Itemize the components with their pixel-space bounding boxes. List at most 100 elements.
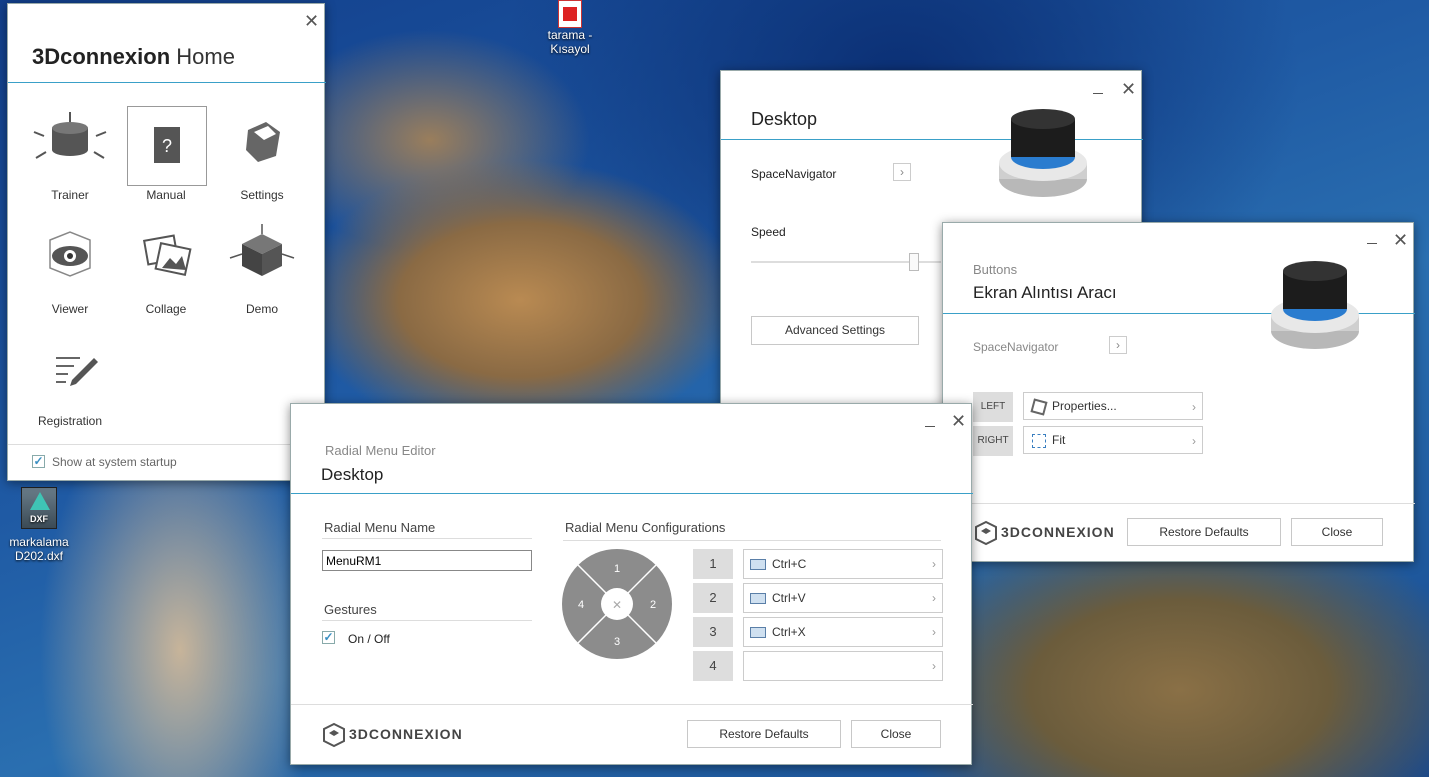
slot-command-3[interactable]: Ctrl+X ›	[743, 617, 943, 647]
radial-menu-name-heading: Radial Menu Name	[324, 520, 436, 535]
section-divider	[322, 620, 532, 621]
window-title: Ekran Alıntısı Aracı	[973, 283, 1117, 302]
wheel-segment-label: 1	[614, 563, 620, 575]
collage-icon	[142, 234, 192, 277]
chevron-right-icon: ›	[932, 591, 936, 605]
radial-config-heading: Radial Menu Configurations	[565, 520, 726, 535]
tile-label: Settings	[240, 188, 284, 202]
tile-label: Trainer	[51, 188, 89, 202]
close-button[interactable]: Close	[1291, 518, 1383, 546]
3dconnexion-logo-icon	[323, 722, 345, 748]
keyboard-icon	[750, 559, 766, 570]
window-subtitle: Radial Menu Editor	[325, 443, 436, 458]
minimize-icon[interactable]	[1367, 243, 1377, 244]
footer-divider	[943, 503, 1415, 504]
tile-trainer[interactable]: Trainer	[22, 106, 118, 206]
startup-label: Show at system startup	[52, 455, 177, 469]
slot-command-4[interactable]: ›	[743, 651, 943, 681]
tile-demo[interactable]: Demo	[214, 218, 310, 318]
footer-divider	[8, 444, 326, 445]
radial-menu-editor-window: ✕ Radial Menu Editor Desktop Radial Menu…	[290, 403, 973, 765]
tile-settings[interactable]: Settings	[214, 106, 310, 206]
desktop-icon-tarama[interactable]: tarama - Kısayol	[538, 0, 602, 56]
tile-viewer[interactable]: Viewer	[22, 218, 118, 318]
dxf-badge: DXF	[30, 514, 48, 524]
device-label: SpaceNavigator	[751, 167, 837, 181]
device-label: SpaceNavigator	[973, 340, 1059, 354]
device-chevron-icon[interactable]: ›	[1109, 336, 1127, 354]
trainer-icon	[33, 112, 107, 159]
speed-label: Speed	[751, 225, 786, 239]
keyboard-icon	[750, 627, 766, 638]
section-divider	[322, 538, 532, 539]
radial-menu-wheel[interactable]: ✕ 1 2 3 4	[561, 548, 673, 660]
radial-menu-name-input[interactable]	[322, 550, 532, 571]
viewer-eye-icon	[49, 231, 91, 277]
tile-label: Demo	[245, 302, 278, 316]
registration-pen-icon	[56, 357, 98, 386]
slot-number: 3	[693, 617, 733, 647]
wheel-segment-label: 3	[614, 636, 620, 648]
section-divider	[563, 540, 941, 541]
left-button-label: LEFT	[973, 392, 1013, 422]
wheel-segment-label: 2	[650, 599, 656, 611]
dxf-file-icon: DXF	[21, 487, 57, 529]
advanced-settings-button[interactable]: Advanced Settings	[751, 316, 919, 345]
chevron-right-icon: ›	[1192, 400, 1196, 414]
gestures-heading: Gestures	[324, 602, 377, 617]
spacenavigator-device-icon	[999, 109, 1087, 197]
demo-cube-icon	[229, 224, 295, 276]
left-button-assignment[interactable]: Properties... ›	[1023, 392, 1203, 420]
speed-slider-thumb[interactable]	[909, 253, 920, 271]
slot-number: 1	[693, 549, 733, 579]
slot-command-1[interactable]: Ctrl+C ›	[743, 549, 943, 579]
chevron-right-icon: ›	[1192, 434, 1196, 448]
slot-number: 2	[693, 583, 733, 613]
right-button-label: RIGHT	[973, 426, 1013, 456]
restore-defaults-button[interactable]: Restore Defaults	[687, 720, 841, 748]
chevron-right-icon: ›	[932, 659, 936, 673]
close-button[interactable]: Close	[851, 720, 941, 748]
fit-icon	[1032, 434, 1046, 448]
tile-label: Viewer	[51, 302, 89, 316]
tile-label: Collage	[145, 302, 187, 316]
close-icon[interactable]: ✕	[1121, 80, 1136, 98]
desktop-icon-label: tarama - Kısayol	[547, 28, 593, 56]
home-title: 3Dconnexion Home	[32, 44, 235, 69]
svg-text:?: ?	[162, 136, 172, 156]
tile-collage[interactable]: Collage	[118, 218, 214, 318]
brand-wordmark: 3DCONNEXION	[349, 726, 463, 742]
home-window: ✕ 3Dconnexion Home Trainer ? Manual Sett…	[7, 3, 326, 481]
startup-checkbox[interactable]: ✓	[32, 455, 45, 468]
properties-cube-icon	[1030, 398, 1048, 416]
desktop-icon-dxf[interactable]: DXF markalama D202.dxf	[4, 487, 74, 563]
gestures-label: On / Off	[348, 632, 390, 646]
window-title: Desktop	[321, 465, 384, 484]
svg-text:✕: ✕	[612, 598, 622, 612]
pdf-shortcut-icon	[558, 0, 582, 28]
tile-label: Manual	[146, 188, 186, 202]
buttons-window: ✕ Buttons Ekran Alıntısı Aracı SpaceNavi…	[942, 222, 1415, 562]
chevron-right-icon: ›	[932, 557, 936, 571]
right-button-assignment[interactable]: Fit ›	[1023, 426, 1203, 454]
device-chevron-icon[interactable]: ›	[893, 163, 911, 181]
brand-wordmark: 3DCONNEXION	[1001, 524, 1115, 540]
minimize-icon[interactable]	[1093, 93, 1103, 94]
settings-cube-icon	[246, 122, 280, 162]
gestures-checkbox[interactable]: ✓	[322, 631, 335, 644]
close-icon[interactable]: ✕	[1393, 231, 1408, 249]
footer-divider	[291, 704, 973, 705]
header-divider	[291, 493, 973, 494]
tile-registration[interactable]: Registration	[22, 330, 118, 430]
header-divider	[8, 82, 326, 83]
chevron-right-icon: ›	[932, 625, 936, 639]
close-icon[interactable]: ✕	[951, 412, 966, 430]
3dconnexion-logo-icon	[975, 520, 997, 546]
minimize-icon[interactable]	[925, 426, 935, 427]
close-icon[interactable]: ✕	[304, 12, 319, 30]
tile-manual[interactable]: ?	[127, 106, 207, 186]
window-subtitle: Buttons	[973, 262, 1018, 277]
manual-icon: ?	[154, 127, 180, 163]
slot-command-2[interactable]: Ctrl+V ›	[743, 583, 943, 613]
restore-defaults-button[interactable]: Restore Defaults	[1127, 518, 1281, 546]
